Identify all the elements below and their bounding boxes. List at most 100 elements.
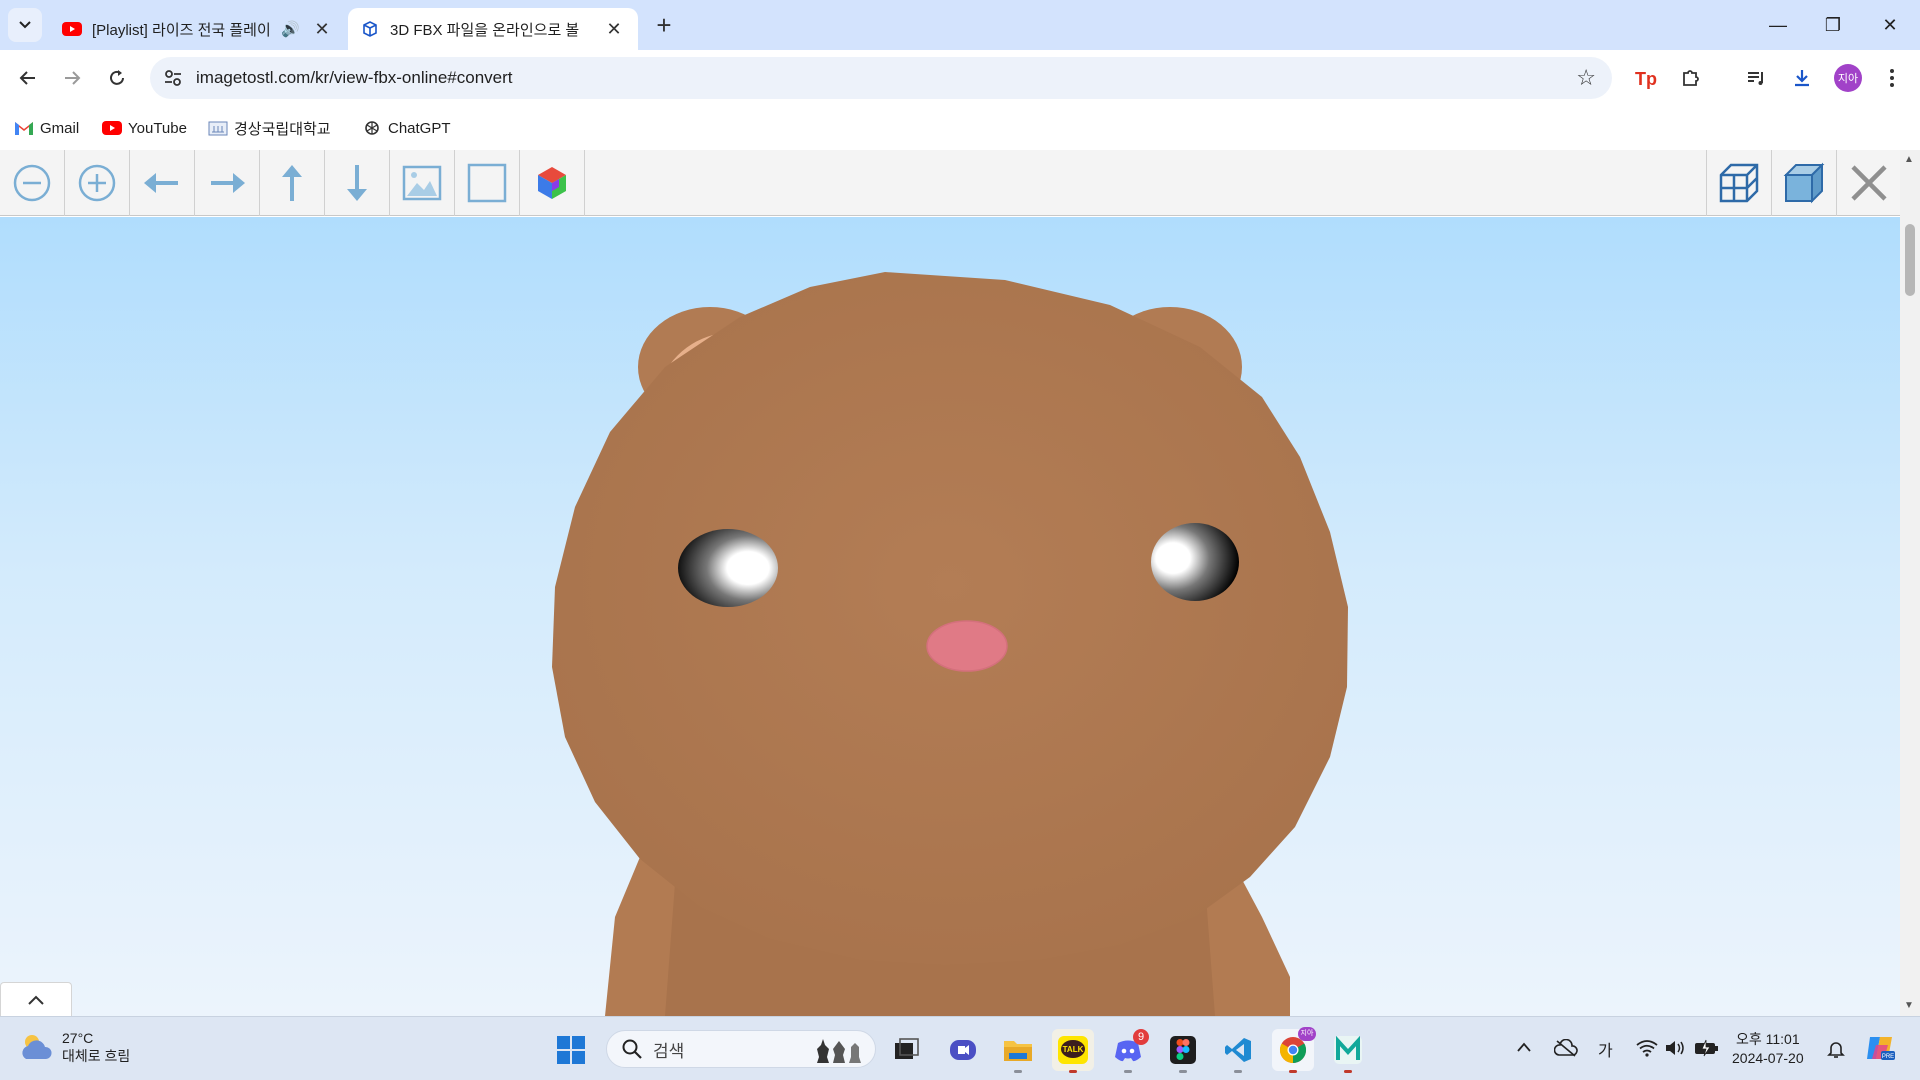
eye-left [678, 529, 778, 607]
taskbar-vscode[interactable] [1217, 1029, 1259, 1073]
move-left-button[interactable] [130, 150, 195, 216]
close-tab-button[interactable]: ✕ [602, 19, 626, 40]
wifi-icon[interactable] [1636, 1039, 1658, 1057]
battery-charging-icon[interactable] [1694, 1039, 1720, 1057]
running-indicator [1124, 1070, 1132, 1073]
chevron-up-icon [28, 995, 44, 1005]
minimize-button[interactable]: — [1758, 10, 1798, 40]
media-control-button[interactable] [1740, 62, 1772, 94]
ime-indicator[interactable]: 가 [1598, 1037, 1613, 1061]
scroll-down-arrow-icon[interactable]: ▼ [1904, 1000, 1914, 1011]
address-bar[interactable]: imagetostl.com/kr/view-fbx-online#conver… [150, 57, 1612, 99]
extensions-button[interactable] [1675, 62, 1707, 94]
navigation-bar: imagetostl.com/kr/view-fbx-online#conver… [0, 50, 1920, 106]
tab-title: [Playlist] 라이즈 전국 플레이 [92, 21, 271, 39]
scrollbar-thumb[interactable] [1905, 224, 1915, 296]
notification-bell-icon[interactable] [1826, 1039, 1846, 1059]
3d-canvas[interactable] [0, 217, 1900, 1016]
reload-button[interactable] [101, 62, 133, 94]
zoom-out-button[interactable] [0, 150, 65, 216]
zoom-out-icon [13, 164, 51, 202]
new-tab-button[interactable]: + [650, 12, 678, 40]
profile-avatar[interactable]: 지아 [1834, 64, 1862, 92]
tab-fbx-viewer[interactable]: 3D FBX 파일을 온라인으로 볼 ✕ [348, 8, 638, 50]
svg-text:Tp: Tp [1635, 69, 1657, 89]
tab-playlist[interactable]: [Playlist] 라이즈 전국 플레이 🔊 ✕ [50, 8, 346, 50]
speaker-icon[interactable]: 🔊 [281, 20, 300, 38]
weather-desc: 대체로 흐림 [62, 1048, 131, 1064]
move-down-button[interactable] [325, 150, 390, 216]
arrow-left-icon [19, 71, 35, 85]
chevron-up-icon[interactable] [1516, 1041, 1532, 1053]
scroll-up-arrow-icon[interactable]: ▲ [1904, 154, 1914, 165]
bookmark-university[interactable]: 경상국립대학교 [208, 116, 331, 140]
system-clock[interactable]: 오후 11:01 2024-07-20 [1732, 1030, 1804, 1068]
taskbar-meet[interactable] [942, 1029, 984, 1071]
window-close-button[interactable]: ✕ [1870, 10, 1910, 40]
wireframe-cube-icon [1719, 163, 1759, 203]
taskbar-figma[interactable] [1162, 1029, 1204, 1073]
restore-button[interactable]: ❐ [1813, 10, 1853, 40]
taskbar-file-explorer[interactable] [997, 1029, 1039, 1073]
download-icon [1795, 70, 1809, 87]
taskbar-kakaotalk[interactable]: TALK [1052, 1029, 1094, 1073]
url-text[interactable]: imagetostl.com/kr/view-fbx-online#conver… [196, 68, 513, 88]
close-tab-button[interactable]: ✕ [310, 19, 334, 40]
tp-extension-icon: Tp [1635, 69, 1657, 89]
bookmark-label: 경상국립대학교 [234, 120, 331, 138]
volume-icon[interactable] [1664, 1039, 1686, 1057]
bookmark-label: Gmail [40, 119, 80, 137]
solid-cube-icon [1783, 162, 1825, 204]
move-right-button[interactable] [195, 150, 260, 216]
weather-widget[interactable]: 27°C 대체로 흐림 [18, 1029, 130, 1065]
bookmark-chatgpt[interactable]: ChatGPT [362, 116, 451, 140]
taskbar-task-view[interactable] [886, 1029, 928, 1071]
arrow-left-icon [144, 173, 178, 193]
wireframe-view-button[interactable] [1706, 150, 1771, 216]
windows-start-icon[interactable] [556, 1035, 586, 1065]
taskbar-maker-app[interactable] [1327, 1029, 1369, 1073]
bookmark-youtube[interactable]: YouTube [102, 116, 187, 140]
running-indicator [1014, 1070, 1022, 1073]
menu-button[interactable] [1876, 62, 1908, 94]
image-icon [402, 165, 442, 201]
background-image-button[interactable] [390, 150, 455, 216]
move-up-button[interactable] [260, 150, 325, 216]
bookmarks-bar: Gmail YouTube 경상국립대학교 ChatGPT [0, 106, 1920, 150]
back-button[interactable] [12, 62, 44, 94]
site-info-icon[interactable] [162, 67, 184, 89]
copilot-icon[interactable]: PRE [1864, 1033, 1896, 1063]
collapse-panel-button[interactable] [0, 982, 72, 1016]
extension-tp-button[interactable]: Tp [1630, 62, 1662, 94]
taskbar-discord[interactable]: 9 [1107, 1029, 1149, 1073]
close-viewer-button[interactable] [1836, 150, 1901, 216]
bookmark-star-icon[interactable]: ☆ [1576, 65, 1596, 91]
downloads-button[interactable] [1786, 62, 1818, 94]
running-indicator [1344, 1070, 1352, 1073]
youtube-icon [62, 22, 82, 36]
taskbar-search[interactable]: 검색 [606, 1030, 876, 1068]
color-mode-button[interactable] [520, 150, 585, 216]
reload-icon [110, 70, 124, 85]
running-indicator [1069, 1070, 1077, 1073]
meet-icon [950, 1040, 976, 1060]
zoom-in-button[interactable] [65, 150, 130, 216]
chrome-profile-badge: 지아 [1298, 1027, 1316, 1041]
running-indicator [1234, 1070, 1242, 1073]
background-none-button[interactable] [455, 150, 520, 216]
zoom-in-icon [78, 164, 116, 202]
solid-view-button[interactable] [1771, 150, 1836, 216]
clock-time: 오후 11:01 [1735, 1031, 1800, 1047]
arrow-up-icon [282, 165, 302, 201]
youtube-icon [102, 121, 122, 135]
page-scrollbar[interactable]: ▲ ▼ [1900, 150, 1920, 1016]
maker-m-icon [1334, 1036, 1362, 1064]
bookmark-gmail[interactable]: Gmail [14, 116, 79, 140]
onedrive-offline-icon[interactable] [1554, 1039, 1578, 1057]
tab-search-button[interactable] [8, 8, 42, 42]
svg-text:PRE: PRE [1882, 1054, 1894, 1060]
chevron-down-icon [19, 21, 31, 29]
forward-button[interactable] [56, 62, 88, 94]
taskbar-chrome[interactable]: 지아 [1272, 1027, 1316, 1073]
university-icon [208, 121, 228, 136]
